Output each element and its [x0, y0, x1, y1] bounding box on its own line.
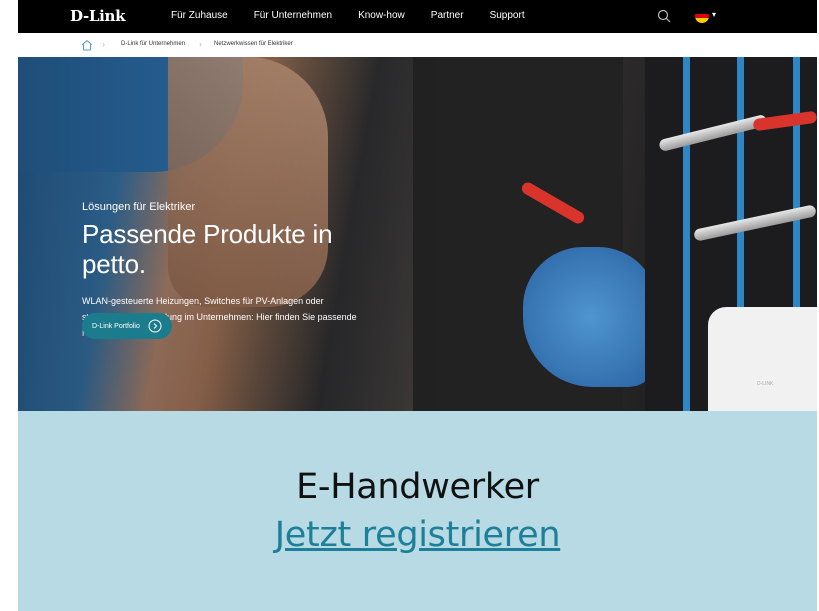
browser-page: D-Link Für Zuhause Für Unternehmen Know-… — [18, 0, 817, 611]
top-navigation: D-Link Für Zuhause Für Unternehmen Know-… — [18, 0, 817, 33]
nav-item-unternehmen[interactable]: Für Unternehmen — [254, 10, 332, 21]
breadcrumb: › D-Link für Unternehmen › Netzwerkwisse… — [18, 33, 817, 57]
hero-banner: D-LINK Lösungen für Elektriker Passende … — [18, 57, 817, 411]
hero-image-shoe — [523, 247, 658, 387]
nav-item-partner[interactable]: Partner — [431, 10, 464, 21]
hero-title: Passende Produkte in petto. — [82, 219, 333, 279]
home-icon[interactable] — [80, 38, 94, 52]
breadcrumb-item-netzwerkwissen: Netzwerkwissen für Elektriker — [214, 41, 293, 47]
register-link[interactable]: Jetzt registrieren — [18, 515, 817, 555]
hero-eyebrow: Lösungen für Elektriker — [82, 201, 196, 213]
main-menu: Für Zuhause Für Unternehmen Know-how Par… — [171, 10, 551, 21]
nav-item-support[interactable]: Support — [490, 10, 525, 21]
registration-banner: E-Handwerker Jetzt registrieren — [18, 411, 817, 611]
hero-image-router — [708, 307, 817, 411]
arrow-circle-right-icon — [148, 319, 162, 333]
tool-case-rail — [683, 57, 690, 411]
cta-title: E-Handwerker — [296, 467, 539, 507]
search-icon[interactable] — [656, 8, 672, 24]
dlink-portfolio-button-label: D-Link Portfolio — [92, 322, 140, 330]
german-flag-icon[interactable] — [695, 9, 709, 23]
chevron-down-icon[interactable]: ▾ — [712, 10, 716, 19]
dlink-logo[interactable]: D-Link — [70, 7, 126, 25]
chevron-right-icon: › — [102, 39, 105, 49]
router-brand-label: D-LINK — [757, 381, 774, 387]
nav-item-zuhause[interactable]: Für Zuhause — [171, 10, 228, 21]
dlink-portfolio-button[interactable]: D-Link Portfolio — [82, 313, 172, 339]
nav-item-knowhow[interactable]: Know-how — [358, 10, 405, 21]
chevron-right-icon: › — [199, 39, 202, 49]
breadcrumb-item-unternehmen[interactable]: D-Link für Unternehmen — [121, 41, 185, 47]
